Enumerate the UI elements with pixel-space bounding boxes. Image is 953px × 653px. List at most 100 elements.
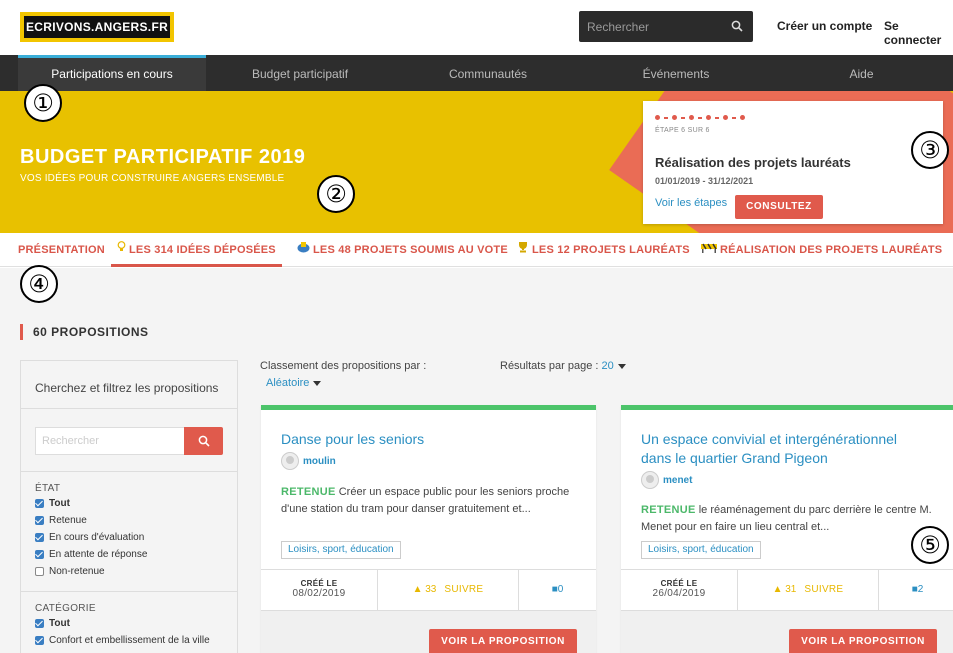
- category-option-all[interactable]: Tout: [35, 618, 70, 629]
- category-tag[interactable]: Loisirs, sport, éducation: [641, 541, 761, 559]
- created-date: CRÉÉ LE 08/02/2019: [261, 570, 378, 610]
- card-actions: VOIR LA PROPOSITION: [261, 611, 596, 653]
- logo-text: ECRIVONS.ANGERS.FR: [24, 16, 170, 38]
- status-badge: RETENUE: [641, 504, 696, 516]
- consult-button[interactable]: CONSULTEZ: [735, 195, 823, 219]
- checkbox[interactable]: [35, 636, 44, 645]
- header-search-input[interactable]: [579, 11, 719, 42]
- tab-presentation[interactable]: PRÉSENTATION: [18, 235, 105, 267]
- checkbox[interactable]: [35, 499, 44, 508]
- lightbulb-icon: [117, 235, 126, 265]
- checkbox[interactable]: [35, 516, 44, 525]
- proposals-count: 60 PROPOSITIONS: [20, 324, 149, 340]
- status-badge: RETENUE: [281, 486, 336, 498]
- tab-label: PRÉSENTATION: [18, 244, 105, 256]
- filter-search-input[interactable]: [35, 427, 185, 455]
- construction-icon: [701, 235, 717, 265]
- proposal-title[interactable]: Un espace convivial et intergénérationne…: [641, 430, 931, 468]
- filter-heading: Cherchez et filtrez les propositions: [21, 361, 237, 409]
- state-option-non-retenue[interactable]: Non-retenue: [35, 566, 105, 577]
- caret-down-icon: [617, 363, 626, 369]
- filter-search-button[interactable]: [184, 427, 223, 455]
- nav-item-evenements[interactable]: Événements: [582, 55, 770, 91]
- proposal-card: Un espace convivial et intergénérationne…: [621, 405, 953, 653]
- proposals-area: 60 PROPOSITIONS Cherchez et filtrez les …: [0, 268, 953, 653]
- per-page: Résultats par page :20: [500, 360, 626, 372]
- checkbox[interactable]: [35, 533, 44, 542]
- annotation-marker-2: ②: [317, 175, 355, 213]
- tab-label: LES 12 PROJETS LAURÉATS: [532, 244, 690, 256]
- project-tabs: PRÉSENTATION LES 314 IDÉES DÉPOSÉES LES …: [0, 235, 953, 267]
- proposal-card: Danse pour les seniors moulin RETENUE Cr…: [261, 405, 596, 653]
- comments-count[interactable]: ■2: [879, 570, 953, 610]
- state-option-evaluation[interactable]: En cours d'évaluation: [35, 532, 144, 543]
- annotation-marker-5: ⑤: [911, 526, 949, 564]
- banner-title: BUDGET PARTICIPATIF 2019: [20, 146, 306, 168]
- tab-label: RÉALISATION DES PROJETS LAURÉATS: [720, 244, 943, 256]
- site-logo[interactable]: ECRIVONS.ANGERS.FR: [20, 12, 174, 42]
- tab-label: LES 314 IDÉES DÉPOSÉES: [129, 244, 276, 256]
- state-option-all[interactable]: Tout: [35, 498, 70, 509]
- follow-button[interactable]: SUIVRE: [804, 584, 843, 595]
- banner-subtitle: VOS IDÉES POUR CONSTRUIRE ANGERS ENSEMBL…: [20, 173, 285, 184]
- nav-item-budget[interactable]: Budget participatif: [206, 55, 394, 91]
- tab-vote-projects[interactable]: LES 48 PROJETS SOUMIS AU VOTE: [297, 235, 508, 267]
- comments-count[interactable]: ■0: [519, 570, 596, 610]
- filter-panel: Cherchez et filtrez les propositions ÉTA…: [20, 360, 238, 653]
- see-steps-link[interactable]: Voir les étapes: [655, 197, 727, 209]
- sort-label: Classement des propositions par :: [260, 360, 427, 372]
- main-nav: Participations en cours Budget participa…: [0, 55, 953, 91]
- annotation-marker-1: ①: [24, 84, 62, 122]
- search-icon[interactable]: [731, 19, 743, 37]
- sort-select[interactable]: Aléatoire: [266, 377, 322, 389]
- top-bar: ECRIVONS.ANGERS.FR Créer un compte Se co…: [0, 0, 953, 55]
- proposal-author[interactable]: moulin: [281, 452, 336, 470]
- nav-item-communautes[interactable]: Communautés: [394, 55, 582, 91]
- card-actions: VOIR LA PROPOSITION: [621, 611, 953, 653]
- step-title: Réalisation des projets lauréats: [655, 155, 851, 170]
- step-dates: 01/01/2019 - 31/12/2021: [655, 176, 754, 186]
- nav-item-aide[interactable]: Aide: [770, 55, 953, 91]
- vote-follow[interactable]: ▲ 31 SUIVRE: [738, 570, 879, 610]
- state-option-attente[interactable]: En attente de réponse: [35, 549, 147, 560]
- create-account-link[interactable]: Créer un compte: [777, 19, 872, 33]
- follow-button[interactable]: SUIVRE: [444, 584, 483, 595]
- tab-ideas[interactable]: LES 314 IDÉES DÉPOSÉES: [111, 235, 282, 267]
- proposal-description: RETENUE Créer un espace public pour les …: [281, 486, 570, 515]
- tab-winners[interactable]: LES 12 PROJETS LAURÉATS: [517, 235, 690, 267]
- upvote-icon: ▲: [412, 584, 423, 595]
- tab-label: LES 48 PROJETS SOUMIS AU VOTE: [313, 244, 508, 256]
- proposal-stats: CRÉÉ LE 26/04/2019 ▲ 31 SUIVRE ■2: [621, 569, 953, 611]
- category-option-confort[interactable]: Confort et embellissement de la ville: [35, 635, 210, 646]
- view-proposal-button[interactable]: VOIR LA PROPOSITION: [789, 629, 937, 653]
- checkbox[interactable]: [35, 619, 44, 628]
- page: ECRIVONS.ANGERS.FR Créer un compte Se co…: [0, 0, 953, 653]
- category-group-title: CATÉGORIE: [35, 603, 96, 614]
- state-group-title: ÉTAT: [35, 483, 61, 494]
- proposal-description: RETENUE le réaménagement du parc derrièr…: [641, 504, 932, 533]
- vote-follow[interactable]: ▲ 33 SUIVRE: [378, 570, 519, 610]
- filter-divider: [21, 591, 237, 592]
- search-icon: [198, 435, 210, 447]
- avatar: [281, 452, 299, 470]
- trophy-icon: [517, 235, 529, 265]
- annotation-marker-4: ④: [20, 265, 58, 303]
- checkbox[interactable]: [35, 550, 44, 559]
- login-link[interactable]: Se connecter: [884, 19, 953, 47]
- state-option-retenue[interactable]: Retenue: [35, 515, 87, 526]
- annotation-marker-3: ③: [911, 131, 949, 169]
- upvote-icon: ▲: [772, 584, 783, 595]
- filter-divider: [21, 471, 237, 472]
- proposal-author[interactable]: menet: [641, 471, 692, 489]
- header-search: [579, 11, 753, 42]
- per-page-select[interactable]: 20: [601, 360, 626, 372]
- step-card: ÉTAPE 6 SUR 6 Réalisation des projets la…: [643, 101, 943, 224]
- step-counter: ÉTAPE 6 SUR 6: [655, 127, 710, 134]
- proposal-title[interactable]: Danse pour les seniors: [281, 430, 581, 449]
- created-date: CRÉÉ LE 26/04/2019: [621, 570, 738, 610]
- view-proposal-button[interactable]: VOIR LA PROPOSITION: [429, 629, 577, 653]
- caret-down-icon: [313, 380, 322, 386]
- category-tag[interactable]: Loisirs, sport, éducation: [281, 541, 401, 559]
- checkbox[interactable]: [35, 567, 44, 576]
- tab-realisation[interactable]: RÉALISATION DES PROJETS LAURÉATS: [701, 235, 942, 267]
